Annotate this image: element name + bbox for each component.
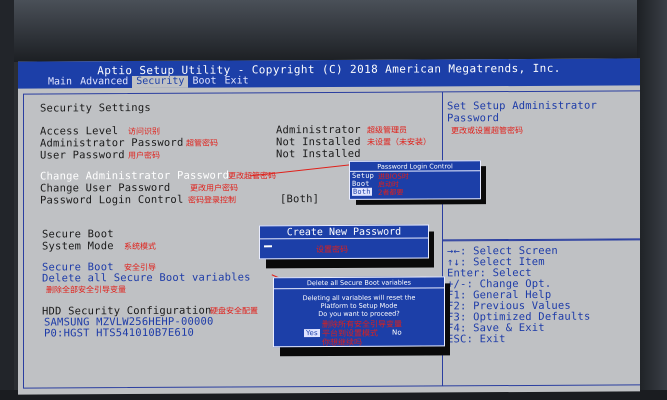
tab-bar: Main Advanced Security Boot Exit [44,75,253,89]
password-login-control-annotation: 密码登录控制 [188,195,236,205]
delete-secure-boot-vars-item[interactable]: Delete all Secure Boot variables [42,271,251,284]
popup-option-both-annotation: 2者都要 [378,188,404,197]
admin-password-label: Administrator Password [40,136,184,150]
photo-bezel-left [0,0,14,400]
password-cursor[interactable] [264,245,272,248]
popup-option-boot[interactable]: Boot [352,180,370,188]
admin-password-annotation: 超管密码 [186,138,218,148]
create-password-title: Create New Password [286,226,402,239]
create-password-dialog: Create New Password 设置密码 [259,224,429,260]
delete-dialog-no-button[interactable]: No [392,329,402,337]
key-esc: ESC: Exit [447,333,506,346]
bios-screen: Aptio Setup Utility - Copyright (C) 2018… [18,58,640,395]
admin-password-value-annotation: 未设置（未安装） [367,137,431,147]
help-annotation: 更改或设置超管密码 [451,125,523,136]
title-bar: Aptio Setup Utility - Copyright (C) 2018… [18,58,640,89]
delete-dialog-yes-button[interactable]: Yes [304,329,320,338]
tab-boot[interactable]: Boot [188,76,220,88]
delete-dialog-title: Delete all Secure Boot variables [306,278,412,288]
create-password-annotation: 设置密码 [316,244,348,255]
access-level-value-annotation: 超级管理员 [367,125,407,135]
access-level-annotation: 访问识别 [128,126,160,137]
user-password-label: User Password [40,149,125,162]
tab-advanced[interactable]: Advanced [76,76,132,88]
create-password-divider [260,237,428,240]
access-level-label: Access Level [40,125,119,138]
help-line-1: Set Setup Administrator [447,99,597,113]
delete-dialog-proceed-annotation: 你想继续吗 [322,337,362,348]
tab-exit[interactable]: Exit [221,75,253,87]
key-legend-panel: →←: Select Screen ↑↓: Select Item Enter:… [443,238,640,387]
tab-security[interactable]: Security [132,75,189,89]
popup-option-both[interactable]: Both [352,187,372,196]
photo-bezel-right [637,0,667,400]
user-password-value: Not Installed [276,147,361,161]
delete-secure-boot-dialog: Delete all Secure Boot variables Deletin… [273,276,445,348]
system-mode-label: System Mode [42,240,114,253]
change-user-password-annotation: 更改用户密码 [190,183,238,193]
secure-boot-label: Secure Boot [42,228,114,241]
password-login-control-value[interactable]: [Both] [280,193,319,205]
hdd-security-config-annotation: 硬盘安全配置 [210,306,258,316]
system-mode-annotation: 系统模式 [124,241,156,252]
user-password-annotation: 用户密码 [128,150,160,161]
password-login-control-popup: Password Login Control Setup 进BIOS时 Boot… [349,160,481,200]
section-title: Security Settings [40,101,151,115]
password-login-control-item[interactable]: Password Login Control [40,194,183,207]
delete-secure-boot-vars-annotation: 删除全部安全引导变量 [46,285,126,295]
change-admin-password-item[interactable]: Change Administrator Password [40,170,229,183]
change-user-password-item[interactable]: Change User Password [40,182,170,195]
help-line-2: Password [447,112,500,125]
tab-main[interactable]: Main [44,76,76,88]
delete-dialog-line-3: Do you want to proceed? [318,309,400,319]
popup-option-setup[interactable]: Setup [352,172,374,180]
delete-dialog-divider [274,287,444,290]
access-level-value: Administrator [276,123,361,137]
photo-bezel-top [0,0,667,62]
hdd-item-hgst[interactable]: P0:HGST HTS541010B7E610 [44,327,194,340]
admin-password-value: Not Installed [276,135,361,149]
